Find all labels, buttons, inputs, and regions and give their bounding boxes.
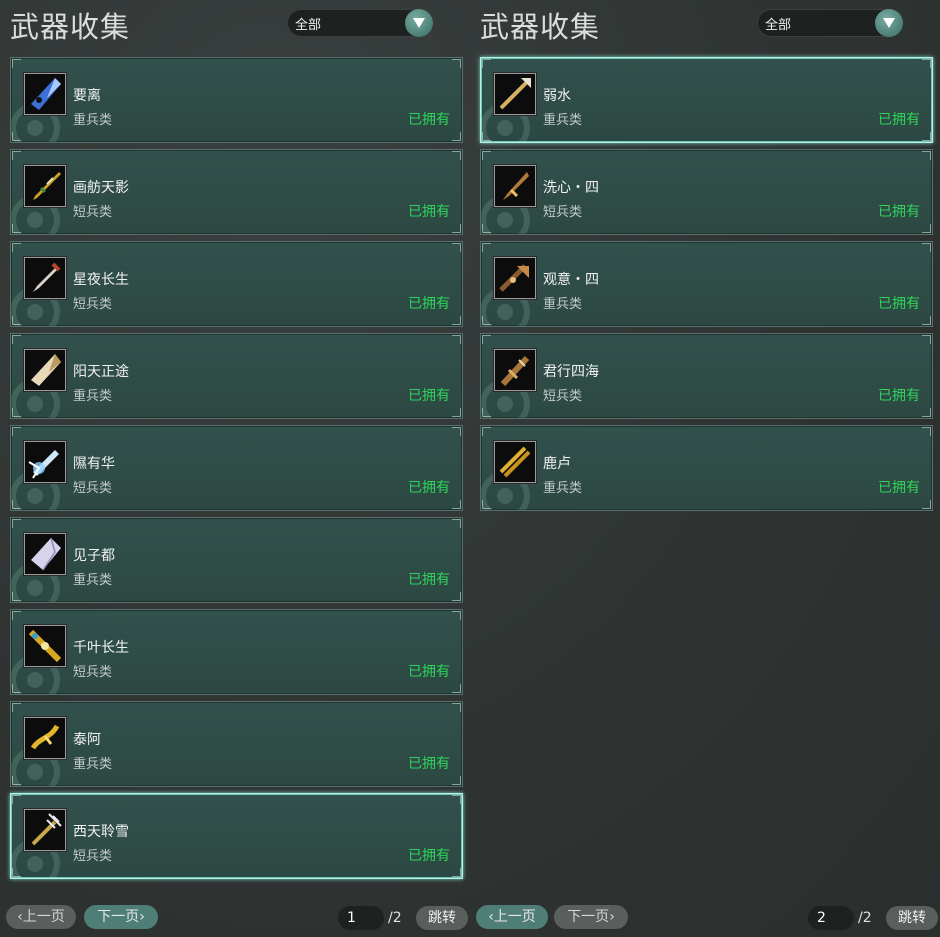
weapon-type: 短兵类	[543, 389, 583, 404]
page-number-input[interactable]: 1	[338, 906, 384, 930]
weapon-icon-trident	[24, 809, 66, 851]
weapon-icon-crystal-blade	[24, 441, 66, 483]
weapon-card[interactable]: 画舫天影 短兵类 已拥有	[10, 149, 463, 235]
category-filter-dropdown[interactable]: 全部	[287, 9, 433, 37]
weapon-card[interactable]: 见子都 重兵类 已拥有	[10, 517, 463, 603]
chevron-right-icon: ›	[609, 909, 615, 925]
weapon-icon-dagger-gold	[24, 165, 66, 207]
weapon-name: 君行四海	[543, 364, 599, 380]
jump-button[interactable]: 跳转	[416, 906, 468, 930]
weapon-type: 短兵类	[73, 481, 113, 496]
panel-title: 武器收集	[480, 10, 601, 44]
next-page-button[interactable]: 下一页›	[554, 905, 628, 929]
weapon-name: 西天聆雪	[73, 824, 129, 840]
owned-status: 已拥有	[878, 112, 920, 128]
owned-status: 已拥有	[878, 204, 920, 220]
prev-page-button[interactable]: ‹上一页	[6, 905, 76, 929]
weapon-icon-spear	[494, 73, 536, 115]
owned-status: 已拥有	[408, 296, 450, 312]
weapon-icon-ornate-axe	[494, 257, 536, 299]
weapon-card[interactable]: 千叶长生 短兵类 已拥有	[10, 609, 463, 695]
weapon-name: 要离	[73, 88, 101, 104]
weapon-type: 重兵类	[543, 297, 583, 312]
weapon-type: 重兵类	[73, 389, 113, 404]
weapon-card[interactable]: 泰阿 重兵类 已拥有	[10, 701, 463, 787]
owned-status: 已拥有	[408, 664, 450, 680]
weapon-collection-panel-page-1: 武器收集 全部 要离 重兵类 已拥有 画舫天影 短兵类 已拥有 星夜长生 短兵类	[6, 0, 468, 937]
weapon-icon-silver-shard	[24, 533, 66, 575]
weapon-type: 重兵类	[543, 113, 583, 128]
weapon-type: 短兵类	[73, 297, 113, 312]
weapon-card-selected[interactable]: 西天聆雪 短兵类 已拥有	[10, 793, 463, 879]
filter-selected-value: 全部	[765, 18, 792, 33]
weapon-type: 短兵类	[73, 205, 113, 220]
weapon-type: 短兵类	[543, 205, 583, 220]
weapon-name: 隰有华	[73, 456, 115, 472]
weapon-type: 重兵类	[543, 481, 583, 496]
weapon-name: 千叶长生	[73, 640, 129, 656]
weapon-type: 短兵类	[73, 665, 113, 680]
weapon-card[interactable]: 观意・四 重兵类 已拥有	[480, 241, 933, 327]
owned-status: 已拥有	[878, 296, 920, 312]
weapon-name: 洗心・四	[543, 180, 599, 196]
weapon-name: 星夜长生	[73, 272, 129, 288]
weapon-icon-golden-rod	[24, 625, 66, 667]
weapon-icon-broad-blade	[24, 349, 66, 391]
weapon-card[interactable]: 鹿卢 重兵类 已拥有	[480, 425, 933, 511]
chevron-down-icon[interactable]	[875, 9, 903, 37]
owned-status: 已拥有	[408, 572, 450, 588]
filter-selected-value: 全部	[295, 18, 322, 33]
weapon-name: 画舫天影	[73, 180, 129, 196]
owned-status: 已拥有	[408, 480, 450, 496]
weapon-name: 鹿卢	[543, 456, 571, 472]
panel-title: 武器收集	[10, 10, 131, 44]
weapon-card[interactable]: 洗心・四 短兵类 已拥有	[480, 149, 933, 235]
jump-button[interactable]: 跳转	[886, 906, 938, 930]
weapon-name: 见子都	[73, 548, 115, 564]
weapon-name: 弱水	[543, 88, 571, 104]
chevron-right-icon: ›	[139, 909, 145, 925]
weapon-type: 重兵类	[73, 573, 113, 588]
weapon-name: 观意・四	[543, 272, 599, 288]
owned-status: 已拥有	[408, 388, 450, 404]
category-filter-dropdown[interactable]: 全部	[757, 9, 903, 37]
page-total: /2	[388, 910, 402, 926]
owned-status: 已拥有	[408, 756, 450, 772]
owned-status: 已拥有	[408, 848, 450, 864]
weapon-icon-gold-hook	[24, 717, 66, 759]
chevron-down-icon[interactable]	[405, 9, 433, 37]
owned-status: 已拥有	[878, 388, 920, 404]
owned-status: 已拥有	[878, 480, 920, 496]
weapon-card[interactable]: 星夜长生 短兵类 已拥有	[10, 241, 463, 327]
weapon-card-selected[interactable]: 弱水 重兵类 已拥有	[480, 57, 933, 143]
next-page-button[interactable]: 下一页›	[84, 905, 158, 929]
owned-status: 已拥有	[408, 204, 450, 220]
weapon-icon-bronze-dagger	[494, 165, 536, 207]
page-total: /2	[858, 910, 872, 926]
weapon-icon-twin-blades	[494, 441, 536, 483]
weapon-type: 重兵类	[73, 757, 113, 772]
owned-status: 已拥有	[408, 112, 450, 128]
weapon-card[interactable]: 君行四海 短兵类 已拥有	[480, 333, 933, 419]
prev-page-button[interactable]: ‹上一页	[476, 905, 548, 929]
weapon-collection-panel-page-2: 武器收集 全部 弱水 重兵类 已拥有 洗心・四 短兵类 已拥有 观意・四 重兵类	[476, 0, 938, 937]
weapon-icon-short-sword	[24, 257, 66, 299]
weapon-type: 短兵类	[73, 849, 113, 864]
weapon-name: 泰阿	[73, 732, 101, 748]
weapon-type: 重兵类	[73, 113, 113, 128]
page-number-input[interactable]: 2	[808, 906, 854, 930]
weapon-card[interactable]: 要离 重兵类 已拥有	[10, 57, 463, 143]
weapon-icon-carved-blade	[494, 349, 536, 391]
weapon-name: 阳天正途	[73, 364, 129, 380]
weapon-icon-blade-blue	[24, 73, 66, 115]
weapon-card[interactable]: 阳天正途 重兵类 已拥有	[10, 333, 463, 419]
weapon-card[interactable]: 隰有华 短兵类 已拥有	[10, 425, 463, 511]
